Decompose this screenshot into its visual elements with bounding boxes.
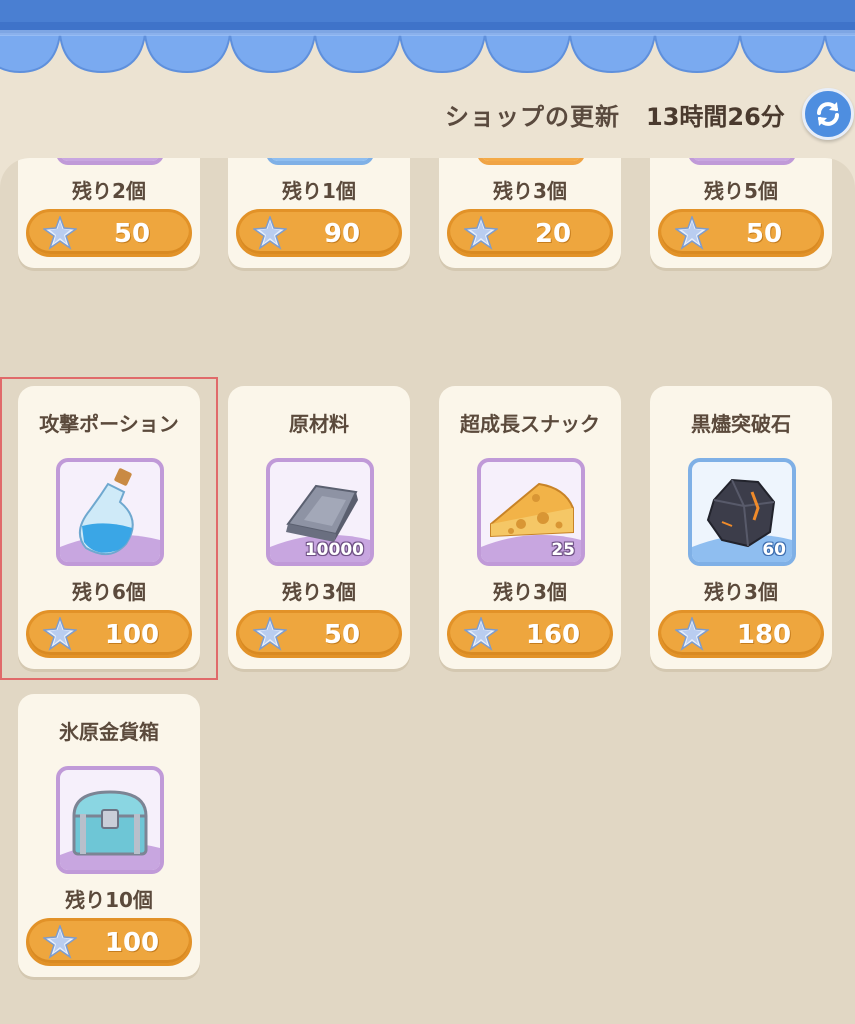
price-value: 50 [745, 219, 783, 249]
price-value: 100 [104, 928, 160, 958]
buy-button[interactable]: 180 [658, 610, 824, 658]
item-stock: 残り3個 [704, 580, 778, 604]
item-quantity: 60 [340, 158, 364, 159]
item-stock: 残り2個 [72, 179, 146, 203]
shop-item-card[interactable]: 残り3個 20 [439, 158, 621, 268]
black-ember-stone-icon [270, 158, 370, 161]
treasure-chest-icon [60, 770, 160, 870]
crystal-star-icon [464, 617, 498, 651]
item-thumbnail [56, 766, 164, 874]
refresh-icon [817, 102, 839, 126]
shop-item-card[interactable]: 残り5個 50 [650, 158, 832, 268]
shop-awning [0, 0, 855, 74]
shop-item-card[interactable]: 超成長スナック 25 残り3個 160 [439, 386, 621, 669]
buy-button[interactable]: 50 [26, 209, 192, 257]
shop-item-card[interactable]: 25 残り2個 50 [18, 158, 200, 268]
item-stock: 残り5個 [704, 179, 778, 203]
item-thumbnail: 25 [477, 458, 585, 566]
item-name: 黒燼突破石 [691, 412, 791, 436]
price-value: 50 [113, 219, 151, 249]
crystal-star-icon [464, 216, 498, 250]
shop-item-card[interactable]: 黒燼突破石 60 残り3個 180 [650, 386, 832, 669]
item-stock: 残り3個 [493, 179, 567, 203]
selected-item-outline [0, 377, 218, 680]
item-quantity: 10000 [304, 540, 364, 560]
buy-button[interactable]: 100 [26, 918, 192, 966]
item-thumbnail [688, 158, 796, 165]
price-value: 50 [323, 620, 361, 650]
buy-button[interactable]: 20 [447, 209, 613, 257]
item-name: 超成長スナック [460, 412, 600, 436]
item-name: 原材料 [289, 412, 349, 436]
price-value: 160 [525, 620, 581, 650]
crystal-star-icon [43, 925, 77, 959]
item-thumbnail: 25 [56, 158, 164, 165]
price-value: 90 [323, 219, 361, 249]
crystal-star-icon [253, 617, 287, 651]
item-thumbnail: 60 [266, 158, 374, 165]
item-quantity: 25 [130, 158, 154, 159]
blue-potion-icon [481, 158, 581, 161]
price-value: 180 [736, 620, 792, 650]
cheese-icon [60, 158, 160, 161]
buy-button[interactable]: 50 [236, 610, 402, 658]
crystal-star-icon [43, 216, 77, 250]
treasure-chest-icon [692, 158, 792, 161]
shop-item-card[interactable]: 氷原金貨箱 残り10個 100 [18, 694, 200, 977]
item-stock: 残り3個 [282, 580, 356, 604]
item-stock: 残り10個 [65, 888, 153, 912]
item-quantity: 25 [551, 540, 575, 560]
item-stock: 残り3個 [493, 580, 567, 604]
crystal-star-icon [675, 216, 709, 250]
item-thumbnail [477, 158, 585, 165]
price-value: 20 [534, 219, 572, 249]
item-name: 氷原金貨箱 [59, 720, 159, 744]
buy-button[interactable]: 90 [236, 209, 402, 257]
item-quantity: 60 [762, 540, 786, 560]
refresh-label: ショップの更新 [445, 103, 620, 131]
shop-item-card[interactable]: 原材料 10000 残り3個 50 [228, 386, 410, 669]
buy-button[interactable]: 160 [447, 610, 613, 658]
shop-refresh-bar: ショップの更新 13時間26分 [0, 88, 855, 142]
item-thumbnail: 60 [688, 458, 796, 566]
crystal-star-icon [253, 216, 287, 250]
crystal-star-icon [675, 617, 709, 651]
shop-item-card[interactable]: 60 残り1個 90 [228, 158, 410, 268]
item-thumbnail: 10000 [266, 458, 374, 566]
item-stock: 残り1個 [282, 179, 356, 203]
refresh-button[interactable] [802, 88, 854, 140]
buy-button[interactable]: 50 [658, 209, 824, 257]
refresh-countdown: 13時間26分 [646, 103, 785, 131]
